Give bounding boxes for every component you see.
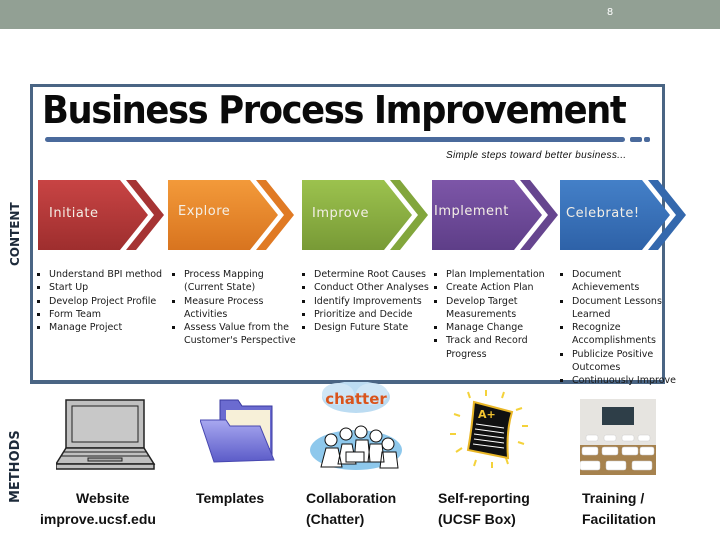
classroom-icon bbox=[580, 399, 656, 475]
method-label: Templates bbox=[196, 490, 265, 506]
list-item: Understand BPI method bbox=[35, 268, 165, 281]
page-number: 8 bbox=[606, 7, 614, 18]
phase-items-explore: Process Mapping (Current State) Measure … bbox=[170, 268, 302, 348]
list-item: Recognize Accomplishments bbox=[558, 321, 690, 348]
list-item: Identify Improvements bbox=[300, 295, 430, 308]
laptop-icon bbox=[56, 399, 156, 470]
method-label: Collaboration bbox=[306, 490, 397, 506]
side-label-methods: METHODS bbox=[8, 430, 23, 503]
phase-chevron-celebrate: Celebrate! bbox=[560, 180, 688, 250]
method-label: Training / bbox=[582, 490, 645, 506]
phase-items-implement: Plan Implementation Create Action Plan D… bbox=[432, 268, 552, 361]
list-item: Prioritize and Decide bbox=[300, 308, 430, 321]
method-label: Self-reporting bbox=[438, 490, 530, 506]
list-item: Design Future State bbox=[300, 321, 430, 334]
chatter-badge-text: chatter bbox=[325, 390, 387, 408]
list-item: Plan Implementation bbox=[432, 268, 552, 281]
phase-items-improve: Determine Root Causes Conduct Other Anal… bbox=[300, 268, 430, 334]
side-label-content: CONTENT bbox=[8, 202, 22, 266]
phase-label: Improve bbox=[312, 206, 369, 221]
method-sublabel: Facilitation bbox=[582, 511, 656, 527]
list-item: Form Team bbox=[35, 308, 165, 321]
slide-header-bar: 8 bbox=[0, 0, 720, 29]
list-item: Determine Root Causes bbox=[300, 268, 430, 281]
list-item: Process Mapping (Current State) bbox=[170, 268, 302, 295]
title-underline-dash bbox=[630, 137, 642, 142]
list-item: Manage Project bbox=[35, 321, 165, 334]
phase-label: Celebrate! bbox=[566, 206, 640, 221]
list-item: Develop Target Measurements bbox=[432, 295, 552, 322]
list-item: Document Lessons Learned bbox=[558, 295, 690, 322]
phase-label: Initiate bbox=[49, 206, 99, 221]
phase-chevron-improve: Improve bbox=[302, 180, 430, 250]
list-item: Document Achievements bbox=[558, 268, 690, 295]
phase-label: Explore bbox=[178, 204, 231, 219]
page-title: Business Process Improvement bbox=[42, 88, 627, 132]
phase-chevron-explore: Explore bbox=[168, 180, 296, 250]
grade-text: A+ bbox=[478, 408, 496, 421]
list-item: Start Up bbox=[35, 281, 165, 294]
title-underline bbox=[45, 137, 625, 142]
title-underline-dash bbox=[644, 137, 650, 142]
phase-items-celebrate: Document Achievements Document Lessons L… bbox=[558, 268, 690, 388]
list-item: Assess Value from the Customer's Perspec… bbox=[170, 321, 302, 348]
phase-items-initiate: Understand BPI method Start Up Develop P… bbox=[35, 268, 165, 334]
subtitle: Simple steps toward better business... bbox=[446, 150, 627, 161]
chatter-icon: chatter bbox=[310, 382, 402, 470]
method-sublabel: (UCSF Box) bbox=[438, 511, 516, 527]
list-item: Develop Project Profile bbox=[35, 295, 165, 308]
list-item: Track and Record Progress bbox=[432, 334, 552, 361]
list-item: Manage Change bbox=[432, 321, 552, 334]
phase-label: Implement bbox=[434, 204, 509, 219]
folder-icon bbox=[200, 399, 275, 463]
method-sublabel: improve.ucsf.edu bbox=[40, 511, 156, 527]
list-item: Continuously Improve bbox=[558, 374, 690, 387]
method-label: Website bbox=[76, 490, 130, 506]
list-item: Measure Process Activities bbox=[170, 295, 302, 322]
method-sublabel: (Chatter) bbox=[306, 511, 365, 527]
list-item: Publicize Positive Outcomes bbox=[558, 348, 690, 375]
list-item: Conduct Other Analyses bbox=[300, 281, 430, 294]
phase-chevron-initiate: Initiate bbox=[38, 180, 166, 250]
report-card-icon: A+ bbox=[450, 390, 528, 468]
list-item: Create Action Plan bbox=[432, 281, 552, 294]
phase-chevron-implement: Implement bbox=[432, 180, 560, 250]
